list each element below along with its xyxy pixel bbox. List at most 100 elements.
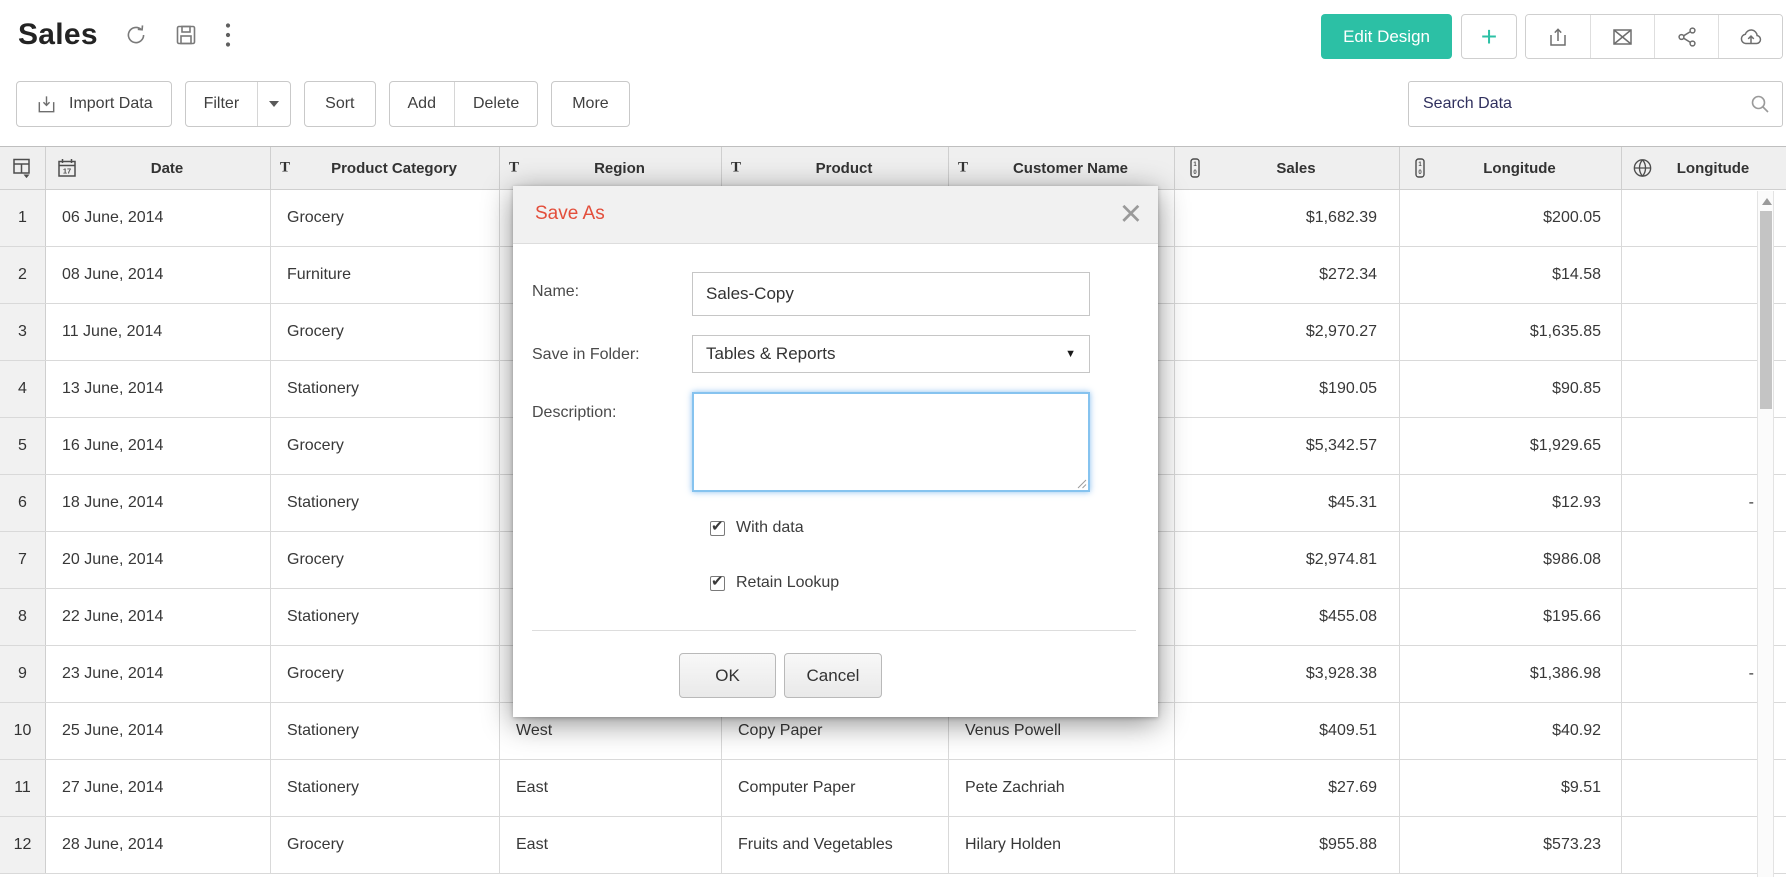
cell-cost[interactable]: $14.58: [1400, 247, 1622, 303]
row-number[interactable]: 1: [0, 190, 46, 246]
import-data-button[interactable]: Import Data: [16, 81, 172, 127]
cell-sales[interactable]: $455.08: [1175, 589, 1400, 645]
cell-sales[interactable]: $3,928.38: [1175, 646, 1400, 702]
close-button[interactable]: ×: [1120, 192, 1142, 238]
with-data-checkbox[interactable]: With data: [710, 519, 804, 537]
row-number[interactable]: 3: [0, 304, 46, 360]
cell-region[interactable]: East: [500, 817, 722, 873]
row-number[interactable]: 11: [0, 760, 46, 816]
cell-product-category[interactable]: Grocery: [271, 418, 500, 474]
cell-product-category[interactable]: Grocery: [271, 190, 500, 246]
cell-cost[interactable]: $195.66: [1400, 589, 1622, 645]
cell-product[interactable]: Fruits and Vegetables: [722, 817, 949, 873]
cell-sales[interactable]: $5,342.57: [1175, 418, 1400, 474]
cell-region[interactable]: East: [500, 760, 722, 816]
row-number[interactable]: 8: [0, 589, 46, 645]
cell-product-category[interactable]: Stationery: [271, 760, 500, 816]
cell-date[interactable]: 06 June, 2014: [46, 190, 271, 246]
checkbox-checked-icon[interactable]: [710, 521, 725, 536]
row-number[interactable]: 4: [0, 361, 46, 417]
cell-date[interactable]: 20 June, 2014: [46, 532, 271, 588]
column-header-product[interactable]: T Product: [722, 147, 949, 189]
cell-date[interactable]: 16 June, 2014: [46, 418, 271, 474]
more-button[interactable]: More: [551, 81, 629, 127]
cell-date[interactable]: 18 June, 2014: [46, 475, 271, 531]
share-button[interactable]: [1654, 15, 1718, 58]
row-number[interactable]: 12: [0, 817, 46, 873]
sort-button[interactable]: Sort: [304, 81, 375, 127]
add-button[interactable]: Add: [390, 82, 454, 126]
search-input[interactable]: [1408, 81, 1783, 127]
save-button[interactable]: [174, 23, 198, 47]
cell-cost[interactable]: $40.92: [1400, 703, 1622, 759]
export-button[interactable]: [1526, 15, 1590, 58]
cell-product-category[interactable]: Stationery: [271, 589, 500, 645]
cancel-button[interactable]: Cancel: [784, 653, 882, 698]
email-button[interactable]: [1590, 15, 1654, 58]
cell-sales[interactable]: $272.34: [1175, 247, 1400, 303]
cell-cost[interactable]: $986.08: [1400, 532, 1622, 588]
cell-customer-name[interactable]: Pete Zachriah: [949, 760, 1175, 816]
publish-button[interactable]: [1718, 15, 1782, 58]
cell-cost[interactable]: $1,386.98: [1400, 646, 1622, 702]
column-header-customer-name[interactable]: T Customer Name: [949, 147, 1175, 189]
cell-product[interactable]: Computer Paper: [722, 760, 949, 816]
cell-date[interactable]: 08 June, 2014: [46, 247, 271, 303]
cell-sales[interactable]: $955.88: [1175, 817, 1400, 873]
cell-cost[interactable]: $573.23: [1400, 817, 1622, 873]
cell-date[interactable]: 25 June, 2014: [46, 703, 271, 759]
filter-dropdown-button[interactable]: [257, 82, 290, 126]
row-number[interactable]: 6: [0, 475, 46, 531]
cell-date[interactable]: 13 June, 2014: [46, 361, 271, 417]
cell-date[interactable]: 27 June, 2014: [46, 760, 271, 816]
ok-button[interactable]: OK: [679, 653, 776, 698]
vertical-scrollbar[interactable]: [1757, 191, 1774, 877]
cell-sales[interactable]: $45.31: [1175, 475, 1400, 531]
scroll-up-arrow-icon[interactable]: [1762, 198, 1772, 205]
cell-sales[interactable]: $27.69: [1175, 760, 1400, 816]
column-header-product-category[interactable]: T Product Category: [271, 147, 500, 189]
cell-cost[interactable]: $200.05: [1400, 190, 1622, 246]
description-field[interactable]: [692, 392, 1090, 492]
row-number[interactable]: 2: [0, 247, 46, 303]
cell-sales[interactable]: $1,682.39: [1175, 190, 1400, 246]
delete-button[interactable]: Delete: [454, 82, 537, 126]
cell-product-category[interactable]: Grocery: [271, 646, 500, 702]
scrollbar-thumb[interactable]: [1760, 211, 1772, 409]
cell-date[interactable]: 22 June, 2014: [46, 589, 271, 645]
column-header-cost[interactable]: 1 0 Longitude: [1400, 147, 1622, 189]
cell-cost[interactable]: $9.51: [1400, 760, 1622, 816]
header-select-all[interactable]: [0, 147, 46, 189]
row-number[interactable]: 9: [0, 646, 46, 702]
row-number[interactable]: 7: [0, 532, 46, 588]
filter-button[interactable]: Filter: [186, 82, 258, 126]
cell-product-category[interactable]: Stationery: [271, 703, 500, 759]
cell-product-category[interactable]: Furniture: [271, 247, 500, 303]
cell-date[interactable]: 11 June, 2014: [46, 304, 271, 360]
row-number[interactable]: 10: [0, 703, 46, 759]
name-field[interactable]: [692, 272, 1090, 316]
column-header-region[interactable]: T Region: [500, 147, 722, 189]
cell-sales[interactable]: $409.51: [1175, 703, 1400, 759]
retain-lookup-checkbox[interactable]: Retain Lookup: [710, 574, 839, 592]
row-number[interactable]: 5: [0, 418, 46, 474]
refresh-button[interactable]: [124, 23, 148, 47]
cell-product-category[interactable]: Grocery: [271, 304, 500, 360]
cell-product-category[interactable]: Grocery: [271, 532, 500, 588]
cell-cost[interactable]: $1,635.85: [1400, 304, 1622, 360]
cell-product-category[interactable]: Stationery: [271, 475, 500, 531]
folder-select[interactable]: Tables & Reports ▼: [692, 335, 1090, 373]
column-header-longitude[interactable]: Longitude: [1622, 147, 1786, 189]
more-options-button[interactable]: [224, 22, 232, 48]
cell-product-category[interactable]: Grocery: [271, 817, 500, 873]
column-header-date[interactable]: 17 Date: [46, 147, 271, 189]
cell-cost[interactable]: $1,929.65: [1400, 418, 1622, 474]
cell-sales[interactable]: $2,970.27: [1175, 304, 1400, 360]
cell-cost[interactable]: $90.85: [1400, 361, 1622, 417]
cell-product-category[interactable]: Stationery: [271, 361, 500, 417]
column-header-sales[interactable]: 1 0 Sales: [1175, 147, 1400, 189]
checkbox-checked-icon[interactable]: [710, 576, 725, 591]
cell-cost[interactable]: $12.93: [1400, 475, 1622, 531]
cell-date[interactable]: 28 June, 2014: [46, 817, 271, 873]
cell-sales[interactable]: $190.05: [1175, 361, 1400, 417]
